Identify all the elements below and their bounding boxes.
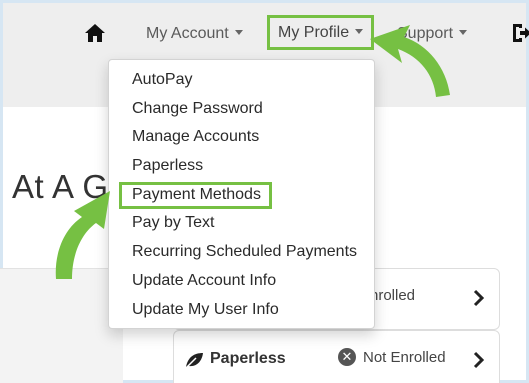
menu-item-payment-methods[interactable]: Payment Methods — [109, 181, 374, 210]
paperless-card[interactable]: Paperless ✕ Not Enrolled — [173, 330, 500, 383]
nav-my-profile[interactable]: My Profile — [267, 15, 375, 50]
nav-my-profile-label: My Profile — [278, 24, 350, 41]
menu-item-manage-accounts[interactable]: Manage Accounts — [109, 123, 374, 152]
caret-down-icon — [234, 30, 243, 36]
logout-icon[interactable] — [510, 21, 529, 45]
card-status: nrolled — [370, 287, 416, 304]
menu-item-recurring-scheduled-payments[interactable]: Recurring Scheduled Payments — [109, 238, 374, 267]
menu-item-paperless[interactable]: Paperless — [109, 152, 374, 181]
home-icon[interactable] — [83, 21, 107, 45]
menu-item-pay-by-text[interactable]: Pay by Text — [109, 209, 374, 238]
caret-down-icon — [355, 29, 364, 35]
nav-my-account-label: My Account — [146, 25, 229, 42]
leaf-icon — [185, 353, 203, 369]
menu-item-update-account-info[interactable]: Update Account Info — [109, 267, 374, 296]
annotation-arrow-icon — [55, 191, 110, 279]
menu-item-change-password[interactable]: Change Password — [109, 95, 374, 124]
x-circle-icon: ✕ — [338, 348, 356, 367]
menu-item-update-my-user-info[interactable]: Update My User Info — [109, 296, 374, 325]
nav-my-account[interactable]: My Account — [146, 21, 243, 47]
annotation-arrow-icon — [370, 25, 450, 97]
chevron-right-icon[interactable] — [472, 351, 486, 369]
card-label: Paperless — [210, 350, 286, 367]
menu-item-autopay[interactable]: AutoPay — [109, 66, 374, 95]
card-status-text: Not Enrolled — [363, 349, 446, 366]
card-status: ✕ Not Enrolled — [338, 348, 446, 367]
chevron-right-icon[interactable] — [472, 289, 486, 307]
left-panel — [0, 268, 123, 383]
my-profile-dropdown-menu: AutoPay Change Password Manage Accounts … — [108, 59, 375, 329]
caret-down-icon — [459, 30, 468, 36]
menu-item-label: Payment Methods — [132, 185, 261, 203]
